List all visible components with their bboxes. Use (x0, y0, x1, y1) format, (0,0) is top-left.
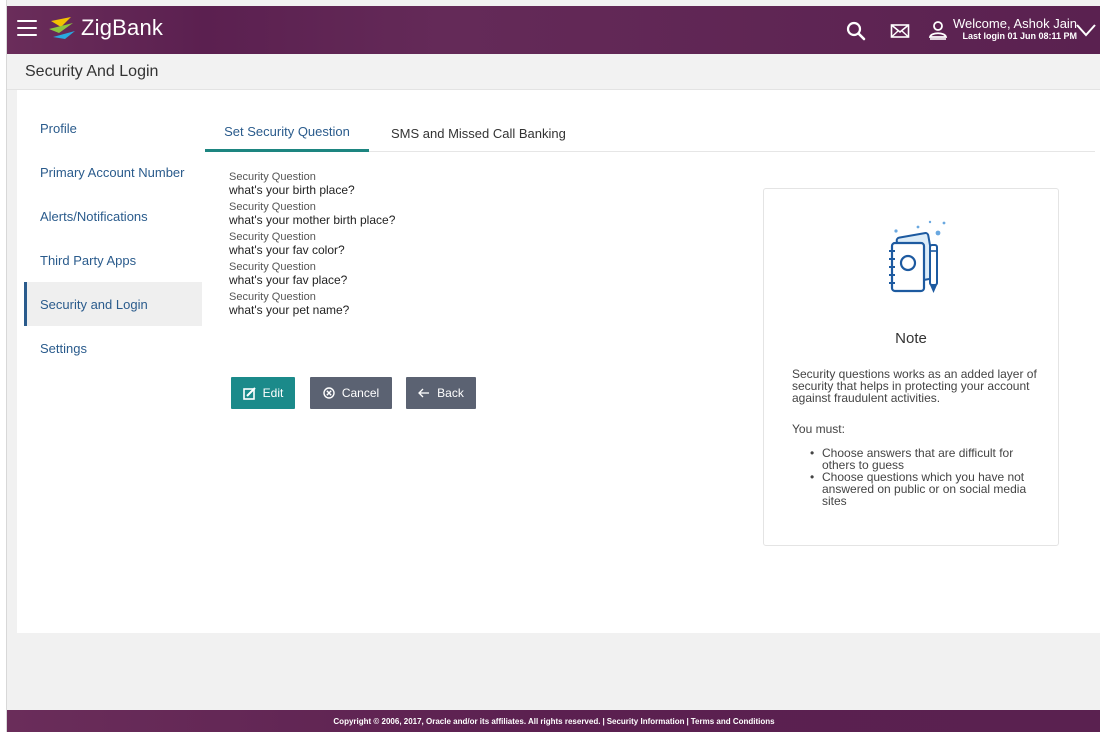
sidebar-item-label: Security and Login (40, 296, 148, 312)
footer-separator: | (686, 716, 689, 726)
security-information-link[interactable]: Security Information (607, 717, 685, 726)
question-item: Security Question what's your mother bir… (229, 201, 529, 227)
question-label: Security Question (229, 171, 316, 183)
welcome-block[interactable]: Welcome, Ashok Jain Last login 01 Jun 08… (953, 17, 1077, 41)
main-card: Profile Primary Account Number Alerts/No… (17, 90, 1100, 633)
question-label: Security Question (229, 291, 316, 303)
tab-bar: Set Security Question SMS and Missed Cal… (205, 114, 1095, 152)
sidebar-item-label: Alerts/Notifications (40, 208, 148, 224)
question-item: Security Question what's your pet name? (229, 291, 529, 317)
edit-button[interactable]: Edit (231, 377, 295, 409)
note-points-list: Choose answers that are difficult for ot… (810, 447, 1046, 507)
tab-set-security-question[interactable]: Set Security Question (205, 114, 369, 152)
sidebar-item-label: Settings (40, 340, 87, 356)
back-button-label: Back (437, 386, 464, 400)
page-footer: Copyright © 2006, 2017, Oracle and/or it… (7, 710, 1100, 732)
app-frame: ZigBank Welcome, Ashok Jain Last login 0… (6, 0, 1100, 732)
question-item: Security Question what's your fav color? (229, 231, 529, 257)
cancel-circle-icon (323, 387, 335, 399)
question-item: Security Question what's your fav place? (229, 261, 529, 287)
note-description: Security questions works as an added lay… (792, 367, 1037, 405)
sidebar-item-settings[interactable]: Settings (24, 326, 202, 370)
terms-and-conditions-link[interactable]: Terms and Conditions (691, 717, 775, 726)
sidebar-item-profile[interactable]: Profile (24, 106, 202, 150)
sidebar-item-label: Primary Account Number (40, 164, 185, 180)
question-value: what's your fav place? (229, 273, 348, 287)
user-icon[interactable] (927, 19, 949, 41)
question-value: what's your birth place? (229, 183, 355, 197)
page-title: Security And Login (25, 63, 159, 80)
sidebar-item-label: Profile (40, 120, 77, 136)
security-question-list: Security Question what's your birth plac… (229, 172, 529, 322)
copyright-text: Copyright © 2006, 2017, Oracle and/or it… (333, 716, 601, 726)
question-value: what's your pet name? (229, 303, 350, 317)
edit-button-label: Edit (262, 386, 284, 400)
footer-separator: | (602, 716, 605, 726)
back-button[interactable]: Back (406, 377, 476, 409)
cancel-button-label: Cancel (341, 386, 380, 400)
sidebar-item-security-and-login[interactable]: Security and Login (24, 282, 202, 326)
sidebar-item-third-party-apps[interactable]: Third Party Apps (24, 238, 202, 282)
note-must-label: You must: (792, 422, 845, 436)
last-login-text: Last login 01 Jun 08:11 PM (962, 31, 1078, 41)
brand-logo[interactable]: ZigBank (47, 15, 163, 41)
menu-icon[interactable] (17, 20, 37, 38)
note-title: Note (895, 330, 927, 347)
zigbank-logo-icon (49, 17, 75, 39)
question-label: Security Question (229, 201, 316, 213)
tab-sms-missed-call-banking[interactable]: SMS and Missed Call Banking (391, 114, 566, 152)
question-value: what's your fav color? (229, 243, 345, 257)
edit-icon (242, 386, 256, 400)
arrow-left-icon (418, 388, 430, 398)
list-item: Choose answers that are difficult for ot… (810, 447, 1046, 471)
note-panel: Note Security questions works as an adde… (763, 188, 1059, 546)
page-title-bar: Security And Login (7, 54, 1100, 90)
list-item: Choose questions which you have not answ… (810, 471, 1046, 507)
mail-icon[interactable] (889, 20, 911, 42)
notebook-icon (889, 220, 946, 293)
question-value: what's your mother birth place? (229, 213, 396, 227)
top-header: ZigBank Welcome, Ashok Jain Last login 0… (7, 6, 1100, 54)
question-label: Security Question (229, 231, 316, 243)
search-icon[interactable] (845, 20, 867, 42)
welcome-text: Welcome, Ashok Jain (953, 16, 1078, 31)
chevron-down-icon[interactable] (1075, 22, 1097, 38)
cancel-button[interactable]: Cancel (310, 377, 392, 409)
sidebar-nav: Profile Primary Account Number Alerts/No… (24, 106, 202, 370)
sidebar-item-label: Third Party Apps (40, 252, 137, 268)
sidebar-item-alerts-notifications[interactable]: Alerts/Notifications (24, 194, 202, 238)
question-item: Security Question what's your birth plac… (229, 171, 529, 197)
brand-name: ZigBank (81, 15, 164, 40)
sidebar-item-primary-account-number[interactable]: Primary Account Number (24, 150, 202, 194)
question-label: Security Question (229, 261, 316, 273)
